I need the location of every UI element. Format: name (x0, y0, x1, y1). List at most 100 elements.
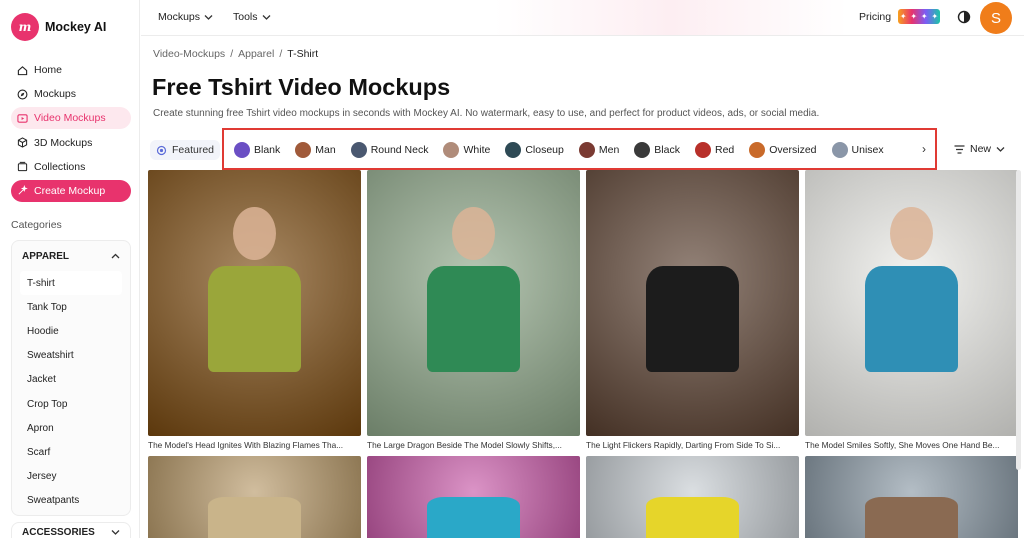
breadcrumb-apparel[interactable]: Apparel (238, 48, 274, 60)
mockup-card[interactable] (805, 456, 1018, 538)
sidebar: m Mockey AI Home Mockups Video Mockups 3… (0, 0, 140, 538)
filter-chip[interactable]: Unisex (831, 142, 884, 158)
chevron-down-icon (996, 147, 1005, 152)
chip-thumbnail (694, 142, 711, 158)
filter-chip[interactable]: Round Neck (350, 142, 429, 158)
filter-chip[interactable]: Oversized (749, 142, 817, 158)
mockup-card[interactable]: The Large Dragon Beside The Model Slowly… (367, 170, 580, 451)
tshirt-shape (864, 265, 959, 373)
sparkle-icon: ✦ (920, 12, 928, 21)
category-item[interactable]: Tank Top (12, 295, 130, 319)
mockup-card[interactable] (148, 456, 361, 538)
sort-dropdown[interactable]: New (954, 143, 1005, 155)
categories-label: Categories (11, 219, 62, 231)
filter-chip[interactable]: Man (295, 142, 336, 158)
filter-chip[interactable]: Closeup (505, 142, 564, 158)
filter-chip[interactable]: Black (634, 142, 680, 158)
sort-lines-icon (954, 144, 965, 154)
filter-chip-label: Closeup (525, 144, 564, 156)
tools-menu-label: Tools (233, 11, 258, 23)
category-item[interactable]: Sweatpants (12, 489, 130, 513)
chevron-down-icon (262, 15, 270, 20)
chip-thumbnail (505, 142, 522, 158)
mockup-caption: The Large Dragon Beside The Model Slowly… (367, 440, 562, 450)
filter-chip[interactable]: Men (578, 142, 619, 158)
chip-thumbnail (831, 142, 848, 158)
tshirt-shape (426, 496, 521, 538)
mockup-thumbnail (805, 170, 1018, 436)
category-item[interactable]: Scarf (12, 440, 130, 464)
filter-chip[interactable]: Red (694, 142, 735, 158)
chevron-down-icon (111, 530, 120, 535)
category-item[interactable]: Jersey (12, 465, 130, 489)
filter-chip[interactable]: White (443, 142, 490, 158)
nav-home[interactable]: Home (11, 59, 131, 81)
magic-icon (18, 185, 28, 195)
cube-icon (17, 137, 28, 148)
mockup-thumbnail (586, 456, 799, 538)
breadcrumb-current: T-Shirt (287, 48, 319, 60)
model-head-shape (890, 207, 933, 261)
filter-chips: Blank Man Round Neck White Closeup Men Black Re… (234, 140, 924, 160)
category-item[interactable]: Hoodie (12, 319, 130, 343)
nav-collections[interactable]: Collections (11, 156, 131, 178)
tools-menu[interactable]: Tools (233, 11, 271, 23)
apparel-header[interactable]: APPAREL (12, 241, 130, 271)
chip-thumbnail (749, 142, 766, 158)
category-item[interactable]: Crop Top (12, 392, 130, 416)
filter-chip-label: Round Neck (370, 144, 429, 156)
category-item[interactable]: Jacket (12, 368, 130, 392)
nav-3d-mockups[interactable]: 3D Mockups (11, 132, 131, 154)
mockups-menu[interactable]: Mockups (158, 11, 213, 23)
mockup-thumbnail (805, 456, 1018, 538)
tshirt-shape (645, 496, 740, 538)
accessories-header[interactable]: ACCESSORIES (11, 522, 131, 538)
chip-thumbnail (634, 142, 651, 158)
scrollbar[interactable] (1016, 170, 1021, 470)
mockup-caption: The Model Smiles Softly, She Moves One H… (805, 440, 1000, 450)
mockup-card[interactable] (367, 456, 580, 538)
model-head-shape (233, 207, 276, 261)
logo-text: Mockey AI (45, 20, 107, 34)
collection-icon (17, 162, 28, 172)
tshirt-shape (426, 265, 521, 373)
chip-thumbnail (578, 142, 595, 158)
tshirt-shape (207, 265, 302, 373)
pricing-link[interactable]: Pricing (859, 11, 891, 23)
filter-chip-label: Red (714, 144, 735, 156)
mockup-card[interactable]: The Model Smiles Softly, She Moves One H… (805, 170, 1018, 451)
logo[interactable]: m Mockey AI (11, 13, 106, 41)
featured-filter[interactable]: Featured (150, 140, 221, 160)
chevron-up-icon (111, 253, 120, 259)
chevron-down-icon (204, 15, 213, 20)
mockup-card[interactable]: The Model's Head Ignites With Blazing Fl… (148, 170, 361, 451)
nav-video-mockups[interactable]: Video Mockups (11, 107, 131, 130)
mockup-card[interactable] (586, 456, 799, 538)
category-item[interactable]: T-shirt (20, 271, 122, 296)
badge-icon (156, 145, 167, 155)
user-avatar[interactable]: S (980, 2, 1012, 34)
theme-toggle-icon[interactable] (957, 10, 971, 24)
sparkle-icon: ✦ (899, 12, 907, 21)
mockup-card[interactable]: The Light Flickers Rapidly, Darting From… (586, 170, 799, 451)
create-mockup-label: Create Mockup (34, 184, 106, 197)
main-nav: Home Mockups Video Mockups 3D Mockups Co… (11, 59, 131, 204)
filter-chip[interactable]: Blank (234, 142, 280, 158)
breadcrumb-video-mockups[interactable]: Video-Mockups (153, 48, 225, 60)
page-title: Free Tshirt Video Mockups (152, 74, 451, 100)
nav-3d-mockups-label: 3D Mockups (34, 136, 93, 149)
category-item[interactable]: Sweatshirt (12, 344, 130, 368)
apparel-title: APPAREL (22, 250, 70, 262)
tshirt-shape (645, 265, 740, 373)
featured-label: Featured (172, 144, 215, 156)
sparkle-icon: ✦ (931, 12, 939, 21)
mockup-thumbnail (148, 456, 361, 538)
tshirt-shape (864, 496, 959, 538)
create-mockup-button[interactable]: Create Mockup (11, 179, 131, 202)
logo-mark: m (11, 13, 39, 41)
filter-chip-label: Unisex (851, 144, 884, 156)
chevron-right-icon[interactable]: › (922, 142, 926, 156)
category-item[interactable]: Apron (12, 416, 130, 440)
home-icon (17, 65, 28, 75)
nav-mockups[interactable]: Mockups (11, 83, 131, 105)
